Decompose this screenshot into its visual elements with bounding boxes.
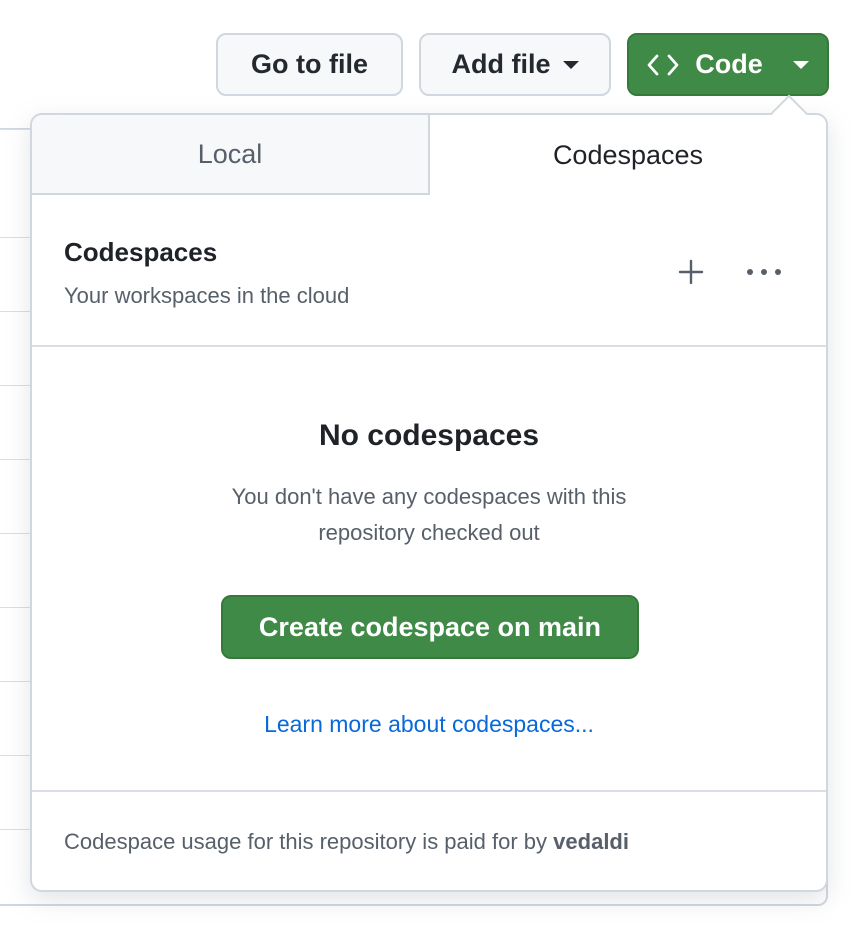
triangle-down-icon [792,60,809,69]
tab-bar: Local Codespaces [32,115,826,195]
tab-codespaces-label: Codespaces [552,139,704,170]
code-button[interactable]: Code [627,33,829,96]
plus-icon [678,259,704,285]
code-label: Code [695,49,763,79]
more-options-button[interactable] [742,253,786,291]
empty-state: No codespaces You don't have any codespa… [32,347,826,792]
go-to-file-button[interactable]: Go to file [216,33,403,96]
billing-owner: vedaldi [553,829,629,854]
go-to-file-label: Go to file [251,49,368,79]
codespaces-header: Codespaces Your workspaces in the cloud [32,195,826,347]
kebab-horizontal-icon [747,269,781,275]
code-dropdown-popover: Local Codespaces Codespaces Your workspa… [30,113,828,892]
new-codespace-button[interactable] [672,253,710,291]
page: Go to file Add file Code Local Codespace… [0,0,862,926]
file-list-edge [0,128,30,830]
tab-local-label: Local [197,138,263,169]
codespaces-subtitle: Your workspaces in the cloud [64,283,350,308]
code-brackets-icon [647,54,679,75]
add-file-button[interactable]: Add file [419,33,611,96]
create-codespace-label: Create codespace on main [258,611,602,642]
empty-state-title: No codespaces [318,419,540,452]
codespaces-title: Codespaces [64,237,218,267]
learn-more-link[interactable]: Learn more about codespaces... [32,711,826,738]
empty-state-description: You don't have any codespaces with this … [231,484,627,545]
add-file-label: Add file [451,49,551,79]
billing-note: Codespace usage for this repository is p… [64,829,629,855]
tab-local[interactable]: Local [32,115,430,195]
create-codespace-button[interactable]: Create codespace on main [221,595,639,659]
triangle-down-icon [562,60,579,69]
tab-codespaces[interactable]: Codespaces [430,115,826,195]
billing-note-text: Codespace usage for this repository is p… [64,829,548,854]
